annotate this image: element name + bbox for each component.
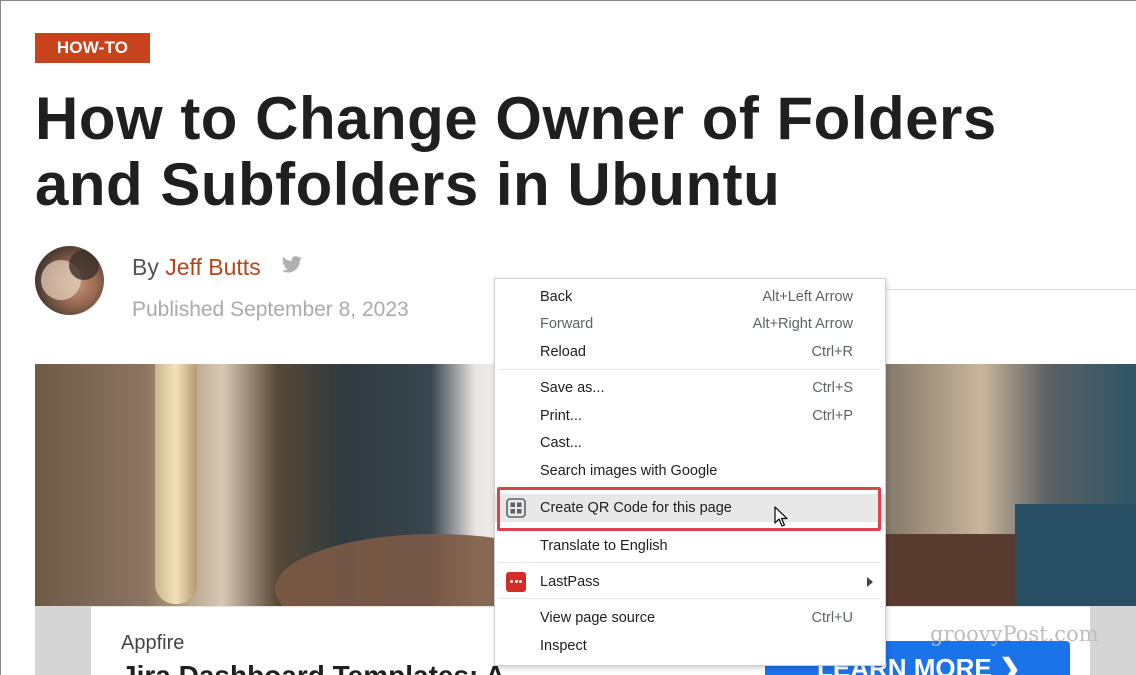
menu-item-shortcut: Ctrl+U xyxy=(811,610,854,626)
menu-item-shortcut: Ctrl+S xyxy=(812,380,853,396)
menu-item-search-images[interactable]: Search images with Google xyxy=(495,457,885,485)
menu-item-translate[interactable]: Translate to English xyxy=(495,532,885,560)
menu-item-inspect[interactable]: Inspect xyxy=(495,632,885,660)
menu-item-shortcut: Ctrl+P xyxy=(812,408,853,424)
menu-item-shortcut: Alt+Right Arrow xyxy=(752,316,853,332)
menu-item-forward[interactable]: Forward Alt+Right Arrow xyxy=(495,310,885,338)
menu-item-shortcut: Alt+Left Arrow xyxy=(762,289,853,305)
menu-item-label: Search images with Google xyxy=(540,463,718,479)
menu-item-save-as[interactable]: Save as... Ctrl+S xyxy=(495,374,885,402)
article-title-line-1: How to Change Owner of Folders xyxy=(35,85,997,152)
author-link[interactable]: Jeff Butts xyxy=(165,254,260,280)
publish-date: Published September 8, 2023 xyxy=(132,298,409,321)
byline-divider xyxy=(885,289,1136,290)
menu-item-label: Forward xyxy=(540,316,594,332)
ad-headline[interactable]: Jira Dashboard Templates: A xyxy=(121,660,505,675)
menu-item-lastpass[interactable]: LastPass xyxy=(495,568,885,596)
menu-item-label: View page source xyxy=(540,610,656,626)
avatar-shadow xyxy=(69,250,99,280)
menu-item-label: Cast... xyxy=(540,435,582,451)
ad-banner-left-edge xyxy=(35,606,91,675)
menu-item-reload[interactable]: Reload Ctrl+R xyxy=(495,338,885,366)
submenu-arrow-icon xyxy=(867,577,873,587)
article-title: How to Change Owner of Folders and Subfo… xyxy=(35,86,1135,218)
menu-item-shortcut: Ctrl+R xyxy=(811,344,854,360)
mouse-cursor-icon xyxy=(774,506,788,527)
annotation-highlight-box xyxy=(497,487,881,531)
context-menu: Back Alt+Left Arrow Forward Alt+Right Ar… xyxy=(494,278,886,666)
menu-item-label: Print... xyxy=(540,408,582,424)
author-avatar[interactable] xyxy=(35,246,104,315)
frame-border-left xyxy=(0,0,1,675)
menu-item-view-source[interactable]: View page source Ctrl+U xyxy=(495,604,885,632)
menu-item-label: Translate to English xyxy=(540,538,668,554)
byline-prefix: By xyxy=(132,254,159,280)
site-watermark: groovyPost.com xyxy=(930,622,1099,646)
byline: By Jeff Butts xyxy=(132,254,261,281)
menu-item-label: Back xyxy=(540,289,573,305)
category-badge[interactable]: HOW-TO xyxy=(35,33,150,63)
menu-item-label: Reload xyxy=(540,344,586,360)
menu-separator xyxy=(499,369,881,370)
menu-separator xyxy=(499,562,881,563)
frame-border-top xyxy=(0,0,1136,1)
menu-item-back[interactable]: Back Alt+Left Arrow xyxy=(495,283,885,311)
hero-wall-shape xyxy=(1015,504,1136,610)
menu-item-cast[interactable]: Cast... xyxy=(495,429,885,457)
article-title-line-2: and Subfolders in Ubuntu xyxy=(35,151,781,218)
menu-item-label: Save as... xyxy=(540,380,605,396)
menu-item-label: LastPass xyxy=(540,574,600,590)
lastpass-icon xyxy=(506,572,526,592)
menu-separator xyxy=(499,598,881,599)
hero-lamp-shape xyxy=(155,364,197,604)
menu-item-print[interactable]: Print... Ctrl+P xyxy=(495,402,885,430)
twitter-icon[interactable] xyxy=(281,256,303,274)
ad-brand: Appfire xyxy=(121,632,185,654)
menu-item-label: Inspect xyxy=(540,638,587,654)
